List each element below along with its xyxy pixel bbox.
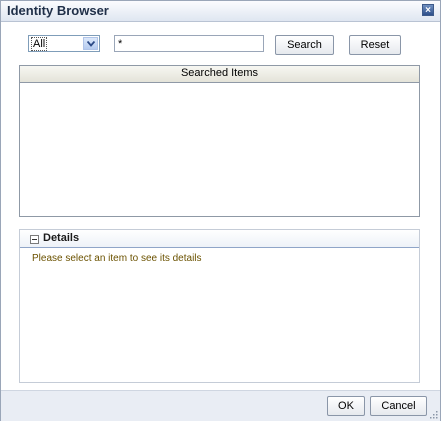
identity-browser-dialog: Identity Browser × All Search Reset Sear… bbox=[0, 0, 441, 421]
dialog-footer: OK Cancel bbox=[1, 390, 440, 421]
search-button[interactable]: Search bbox=[275, 35, 334, 55]
chevron-down-icon[interactable] bbox=[83, 37, 98, 50]
reset-button[interactable]: Reset bbox=[349, 35, 401, 55]
dialog-title: Identity Browser bbox=[7, 3, 109, 18]
details-message: Please select an item to see its details bbox=[32, 253, 202, 264]
title-bar[interactable]: Identity Browser × bbox=[1, 1, 440, 22]
close-icon[interactable]: × bbox=[422, 4, 434, 16]
ok-button[interactable]: OK bbox=[327, 396, 365, 416]
scope-select[interactable]: All bbox=[28, 35, 100, 52]
details-title: Details bbox=[43, 232, 80, 244]
searched-items-header: Searched Items bbox=[20, 66, 419, 83]
searched-items-list[interactable] bbox=[20, 83, 419, 217]
collapse-icon[interactable] bbox=[30, 235, 39, 244]
resize-grip-icon[interactable] bbox=[430, 411, 438, 419]
searched-items-panel: Searched Items bbox=[19, 65, 420, 217]
search-input[interactable] bbox=[114, 35, 264, 52]
cancel-button[interactable]: Cancel bbox=[370, 396, 427, 416]
details-header[interactable]: Details bbox=[20, 230, 419, 248]
scope-select-value: All bbox=[30, 37, 48, 51]
details-panel: Details Please select an item to see its… bbox=[19, 229, 420, 383]
